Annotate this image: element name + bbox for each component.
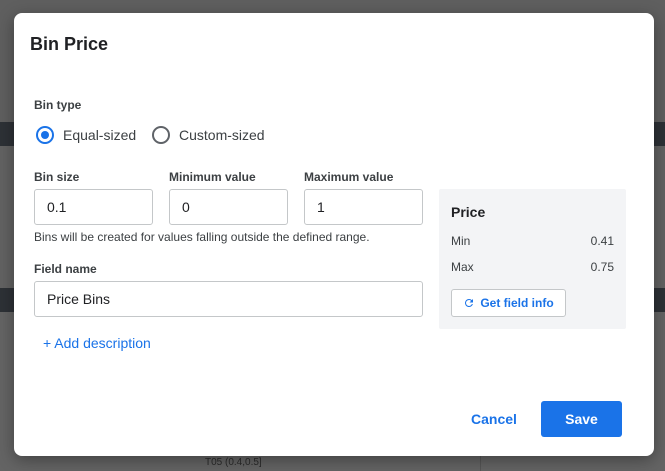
radio-checked-icon (36, 126, 54, 144)
min-value: 0.41 (590, 234, 614, 248)
bin-type-label: Bin type (34, 98, 82, 112)
bin-size-input[interactable]: 0.1 (34, 189, 153, 225)
bin-size-label: Bin size (34, 170, 80, 184)
radio-custom-sized[interactable]: Custom-sized (152, 126, 265, 144)
radio-unchecked-icon (152, 126, 170, 144)
refresh-icon (465, 299, 474, 307)
minimum-value-input[interactable]: 0 (169, 189, 288, 225)
cancel-button[interactable]: Cancel (462, 401, 526, 437)
background-row-text: T05 (0.4,0.5] (205, 457, 262, 468)
maximum-value-input[interactable]: 1 (304, 189, 423, 225)
radio-equal-sized-label: Equal-sized (63, 127, 137, 143)
min-label: Min (451, 234, 471, 248)
panel-title: Price (451, 204, 486, 220)
get-field-info-button[interactable]: Get field info (451, 289, 566, 317)
maximum-value-label: Maximum value (304, 170, 394, 184)
price-field-panel: Price Min 0.41 Max 0.75 Get field info (439, 189, 626, 329)
get-field-info-label: Get field info (480, 296, 554, 310)
range-hint: Bins will be created for values falling … (34, 230, 370, 244)
dialog-title: Bin Price (30, 34, 109, 54)
field-name-label: Field name (34, 262, 97, 276)
add-description-link[interactable]: + Add description (43, 335, 151, 351)
max-label: Max (451, 260, 474, 274)
minimum-value-label: Minimum value (169, 170, 256, 184)
bin-price-dialog: Bin Price Bin type Equal-sized Custom-si… (14, 13, 654, 456)
max-value: 0.75 (590, 260, 614, 274)
radio-equal-sized[interactable]: Equal-sized (36, 126, 136, 144)
radio-custom-sized-label: Custom-sized (179, 127, 265, 143)
save-button[interactable]: Save (541, 401, 622, 437)
field-name-input[interactable]: Price Bins (34, 281, 423, 317)
